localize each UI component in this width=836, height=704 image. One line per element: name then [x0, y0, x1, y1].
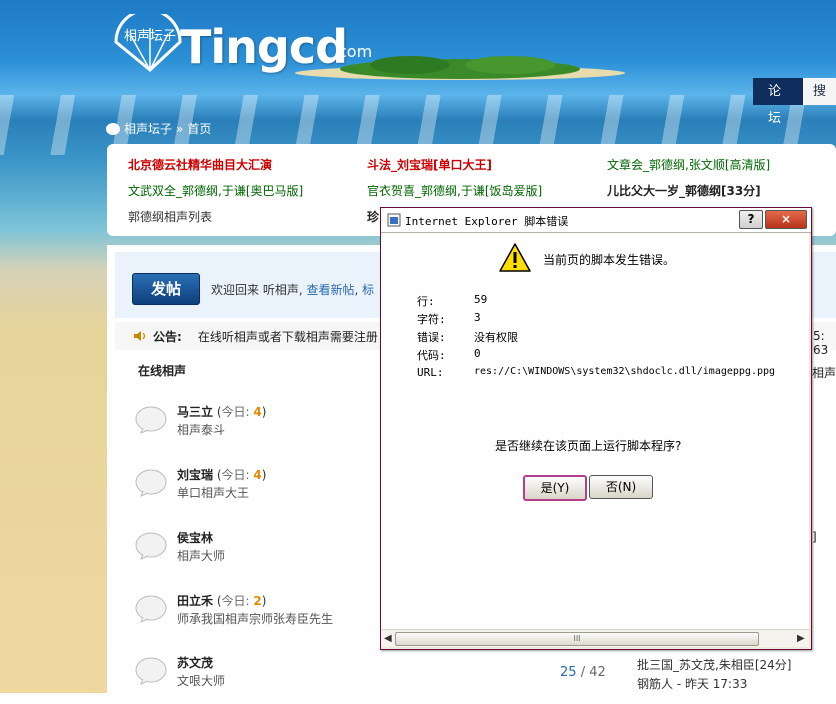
field-value: res://C:\WINDOWS\system32\shdoclc.dll/im…	[474, 366, 776, 377]
welcome-text: 欢迎回来 听相声, 查看新帖, 标	[211, 283, 375, 297]
main-nav: 论坛 搜	[753, 78, 836, 126]
field-label: 代码:	[417, 349, 446, 362]
tab-search[interactable]: 搜	[802, 78, 836, 105]
horizontal-scrollbar[interactable]: ◀ III ▶	[381, 629, 809, 647]
field-label: URL:	[417, 366, 444, 379]
featured-link[interactable]: 文章会_郭德纲,张文顺[高清版]	[607, 156, 770, 173]
last-post-meta: 钢筋人 - 昨天 17:33	[637, 677, 748, 691]
scroll-thumb[interactable]: III	[395, 632, 759, 646]
forum-name[interactable]: 苏文茂	[177, 654, 213, 671]
forum-item: 田立禾 (今日: 2) 师承我国相声宗师张寿臣先生	[135, 592, 395, 642]
svg-text:相声坛子: 相声坛子	[124, 29, 176, 44]
topic-post-count: 25 / 42	[560, 665, 606, 680]
forum-description: 文哏大师	[177, 674, 226, 688]
breadcrumb-separator: »	[176, 121, 184, 136]
no-button[interactable]: 否(N)	[589, 475, 653, 499]
forum-name[interactable]: 侯宝林	[177, 529, 213, 546]
featured-link[interactable]: 斗法_刘宝瑞[单口大王]	[367, 156, 492, 173]
right-bracket-text: ]	[812, 530, 817, 544]
tab-forum[interactable]: 论坛	[753, 78, 803, 126]
forum-item: 马三立 (今日: 4) 相声泰斗	[135, 403, 395, 453]
field-label: 行:	[417, 295, 435, 308]
forum-description: 相声泰斗	[177, 423, 226, 437]
section-right-text: 相声	[812, 366, 836, 380]
forum-name[interactable]: 田立禾 (今日: 2)	[177, 592, 266, 609]
forum-description: 师承我国相声宗师张寿臣先生	[177, 612, 334, 626]
featured-link[interactable]: 文武双全_郭德纲,于谦[奥巴马版]	[128, 182, 303, 199]
script-error-dialog: Internet Explorer 脚本错误 ? × 当前页的脚本发生错误。 行…	[380, 207, 812, 650]
announcement-label: 公告:	[153, 329, 182, 344]
close-button[interactable]: ×	[765, 210, 807, 229]
warning-icon	[499, 243, 531, 272]
field-value: 没有权限	[474, 331, 518, 344]
field-value: 3	[474, 311, 481, 324]
field-label: 字符:	[417, 313, 446, 326]
island-graphic	[295, 56, 625, 80]
chat-bubble-icon	[135, 532, 167, 560]
featured-link[interactable]: 珍	[367, 208, 379, 225]
forum-description: 相声大师	[177, 549, 226, 563]
welcome-message: 欢迎回来 听相声,	[211, 283, 303, 297]
fan-icon: 相声坛子	[114, 14, 182, 72]
yes-button[interactable]: 是(Y)	[523, 475, 587, 501]
view-new-posts-link[interactable]: 查看新帖	[306, 283, 354, 297]
scroll-left-icon[interactable]: ◀	[384, 633, 392, 644]
dialog-title: Internet Explorer 脚本错误	[405, 215, 569, 228]
forum-item: 侯宝林 相声大师	[135, 529, 395, 579]
dialog-titlebar[interactable]: Internet Explorer 脚本错误 ? ×	[381, 208, 811, 233]
field-value: 0	[474, 347, 481, 360]
new-post-button[interactable]: 发帖	[132, 273, 200, 305]
forum-item: 刘宝瑞 (今日: 4) 单口相声大王	[135, 466, 395, 516]
chat-bubble-icon	[135, 406, 167, 434]
featured-link[interactable]: 郭德纲相声列表	[128, 208, 212, 225]
chat-bubble-icon	[135, 595, 167, 623]
field-value: 59	[474, 293, 488, 306]
breadcrumb: 相声坛子 » 首页	[106, 120, 211, 137]
scroll-right-icon[interactable]: ▶	[797, 633, 805, 644]
breadcrumb-current: 首页	[187, 122, 212, 136]
field-label: 错误:	[417, 331, 446, 344]
featured-link[interactable]: 北京德云社精华曲目大汇演	[128, 156, 272, 173]
breadcrumb-home[interactable]: 相声坛子	[124, 120, 172, 137]
help-button[interactable]: ?	[739, 210, 763, 229]
last-post-title[interactable]: 批三国_苏文茂,朱相臣[24分]	[637, 656, 791, 673]
chat-bubble-icon	[135, 657, 167, 685]
more-link[interactable]: 标	[362, 283, 374, 297]
continue-question: 是否继续在该页面上运行脚本程序?	[495, 439, 682, 453]
featured-link[interactable]: 官衣贺喜_郭德纲,于谦[饭岛爱版]	[367, 182, 542, 199]
dialog-body: 当前页的脚本发生错误。 行: 59 字符: 3 错误: 没有权限 代码: 0 U…	[381, 233, 809, 629]
ie-icon	[387, 213, 401, 227]
forum-item: 苏文茂 文哏大师	[135, 654, 395, 704]
speaker-icon	[134, 331, 146, 341]
home-icon	[106, 122, 120, 135]
chat-bubble-icon	[135, 469, 167, 497]
forum-name[interactable]: 刘宝瑞 (今日: 4)	[177, 466, 266, 483]
forum-description: 单口相声大王	[177, 486, 250, 500]
featured-link[interactable]: 儿比父大一岁_郭德纲[33分]	[607, 182, 761, 199]
announcement-right-text: 5: 63	[813, 329, 829, 357]
error-message: 当前页的脚本发生错误。	[543, 253, 676, 267]
forum-name[interactable]: 马三立 (今日: 4)	[177, 403, 266, 420]
section-title: 在线相声	[138, 364, 187, 378]
announcement-text[interactable]: 在线听相声或者下载相声需要注册	[198, 328, 378, 345]
